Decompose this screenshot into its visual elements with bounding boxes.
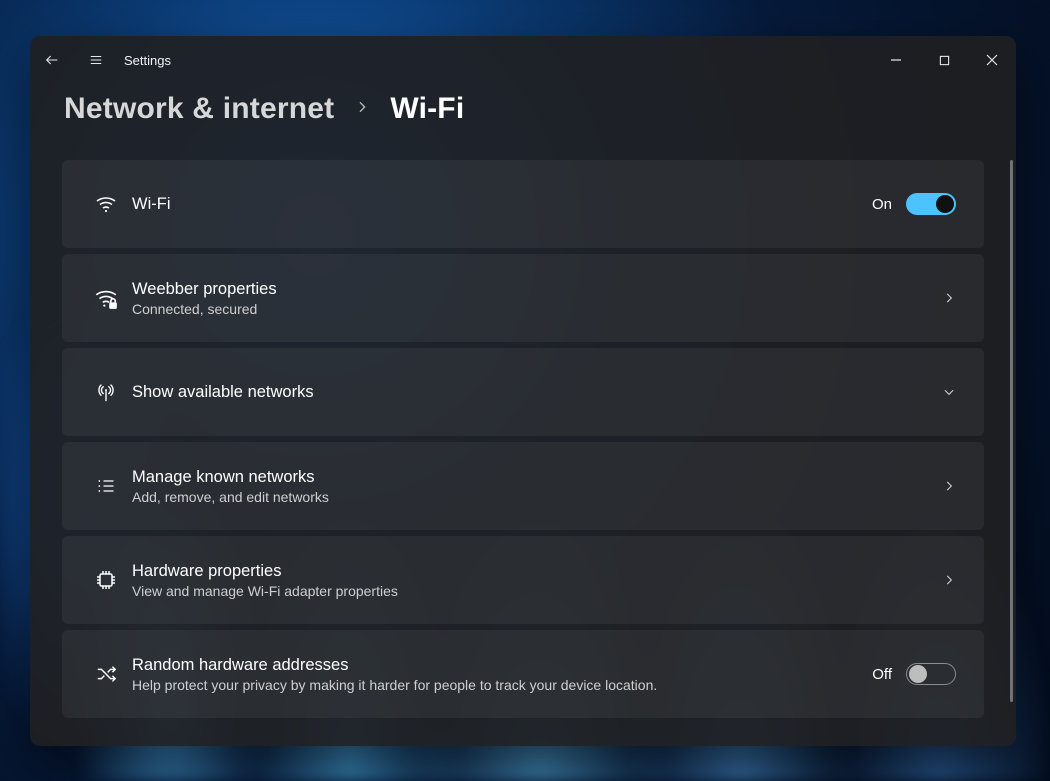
wifi-icon	[84, 192, 128, 216]
random-hw-toggle[interactable]	[906, 663, 956, 685]
settings-window: Settings Network & internet Wi-Fi	[30, 36, 1016, 746]
scrollbar[interactable]	[1010, 160, 1013, 702]
chevron-right-icon	[354, 99, 370, 120]
wifi-toggle-state: On	[872, 196, 892, 213]
row-title: Hardware properties	[132, 562, 942, 581]
breadcrumb-parent[interactable]: Network & internet	[64, 92, 334, 126]
available-networks-row[interactable]: Show available networks	[62, 348, 984, 436]
known-networks-row[interactable]: Manage known networks Add, remove, and e…	[62, 442, 984, 530]
row-title: Manage known networks	[132, 468, 942, 487]
chevron-right-icon	[942, 291, 956, 305]
wifi-secure-icon	[84, 285, 128, 311]
row-title: Wi-Fi	[132, 195, 872, 214]
row-subtitle: View and manage Wi-Fi adapter properties	[132, 583, 942, 599]
row-subtitle: Help protect your privacy by making it h…	[132, 677, 872, 693]
list-icon	[84, 476, 128, 496]
settings-list: Wi-Fi On Weebber properties Connected, s…	[62, 160, 984, 730]
back-button[interactable]	[30, 36, 74, 84]
close-button[interactable]	[968, 42, 1016, 78]
breadcrumb-current: Wi-Fi	[390, 92, 464, 126]
hardware-properties-row[interactable]: Hardware properties View and manage Wi-F…	[62, 536, 984, 624]
random-hw-addresses-row: Random hardware addresses Help protect y…	[62, 630, 984, 718]
row-title: Weebber properties	[132, 280, 942, 299]
title-bar: Settings	[30, 36, 1016, 84]
breadcrumb: Network & internet Wi-Fi	[30, 84, 1016, 144]
chevron-right-icon	[942, 573, 956, 587]
wifi-toggle-row: Wi-Fi On	[62, 160, 984, 248]
row-subtitle: Add, remove, and edit networks	[132, 489, 942, 505]
nav-menu-button[interactable]	[74, 36, 118, 84]
row-title: Random hardware addresses	[132, 656, 872, 675]
wifi-toggle[interactable]	[906, 193, 956, 215]
shuffle-icon	[84, 663, 128, 685]
antenna-icon	[84, 380, 128, 404]
app-title: Settings	[124, 53, 171, 68]
maximize-button[interactable]	[920, 42, 968, 78]
row-subtitle: Connected, secured	[132, 301, 942, 317]
minimize-button[interactable]	[872, 42, 920, 78]
network-properties-row[interactable]: Weebber properties Connected, secured	[62, 254, 984, 342]
chip-icon	[84, 568, 128, 592]
chevron-right-icon	[942, 479, 956, 493]
chevron-down-icon	[942, 385, 956, 399]
random-hw-toggle-state: Off	[872, 666, 892, 683]
row-title: Show available networks	[132, 383, 942, 402]
